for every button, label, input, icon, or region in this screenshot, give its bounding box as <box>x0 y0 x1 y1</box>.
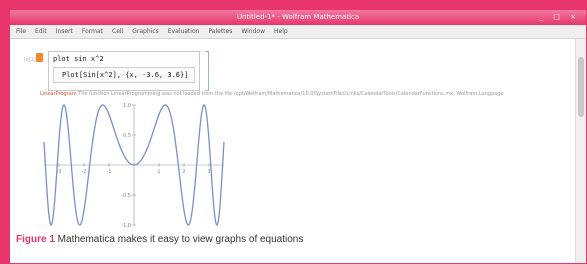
x-tick-label: 3 <box>207 169 210 175</box>
plot-command-box[interactable]: Plot[Sin[x^2], {x, -3.6, 3.6}] <box>53 67 195 83</box>
menu-item-window[interactable]: Window <box>241 28 265 35</box>
menu-item-graphics[interactable]: Graphics <box>132 28 159 35</box>
scrollbar-thumb[interactable] <box>578 57 584 117</box>
y-tick-label: 0.5 <box>123 133 131 139</box>
menu-item-file[interactable]: File <box>16 28 26 35</box>
input-cell[interactable]: plot sin x^2 Plot[Sin[x^2], {x, -3.6, 3.… <box>48 51 200 91</box>
figure-caption: Figure 1 Mathematica makes it easy to vi… <box>16 234 303 245</box>
x-tick-label: -2 <box>82 169 87 175</box>
screenshot-frame: Untitled-1* - Wolfram Mathematica _ □ × … <box>10 10 586 263</box>
y-tick-label: -0.5 <box>121 193 131 199</box>
plot-command: Plot[Sin[x^2], {x, -3.6, 3.6}] <box>62 71 189 79</box>
menu-item-cell[interactable]: Cell <box>112 28 123 35</box>
notebook-canvas: In[1]:= plot sin x^2 Plot[Sin[x^2], {x, … <box>10 39 576 263</box>
sin-x-squared-plot: -3 -2 -1 1 2 31.00.5-0.5-1.0 <box>43 103 225 229</box>
cell-bracket[interactable] <box>205 51 209 91</box>
menu-item-insert[interactable]: Insert <box>56 28 73 35</box>
x-tick-label: 1 <box>157 169 160 175</box>
kernel-message: LinearProgram The function LinearProgram… <box>40 91 560 97</box>
figure-label: Figure 1 <box>16 234 55 245</box>
x-tick-label: -1 <box>107 169 112 175</box>
y-tick-label: 1.0 <box>123 103 131 109</box>
window-title: Untitled-1* - Wolfram Mathematica <box>236 13 360 21</box>
menu-item-format[interactable]: Format <box>82 28 103 35</box>
message-text: The function LinearProgramming was not l… <box>78 91 504 97</box>
x-tick-label: 2 <box>182 169 185 175</box>
window-titlebar: Untitled-1* - Wolfram Mathematica _ □ × <box>10 10 586 25</box>
y-tick-label: -1.0 <box>121 223 131 229</box>
message-key: LinearProgram <box>40 91 77 97</box>
menu-item-help[interactable]: Help <box>274 28 288 35</box>
window-controls[interactable]: _ □ × <box>540 10 580 25</box>
cell-insert-icon[interactable] <box>36 53 43 62</box>
menu-item-edit[interactable]: Edit <box>35 28 47 35</box>
vertical-scrollbar[interactable] <box>575 39 586 263</box>
menu-bar: File Edit Insert Format Cell Graphics Evaluati… <box>10 25 586 39</box>
caption-text: Mathematica makes it easy to view graphs… <box>54 234 304 245</box>
menu-item-evaluation[interactable]: Evaluation <box>168 28 200 35</box>
free-form-input[interactable]: plot sin x^2 <box>53 55 104 63</box>
menu-item-palettes[interactable]: Palettes <box>208 28 232 35</box>
